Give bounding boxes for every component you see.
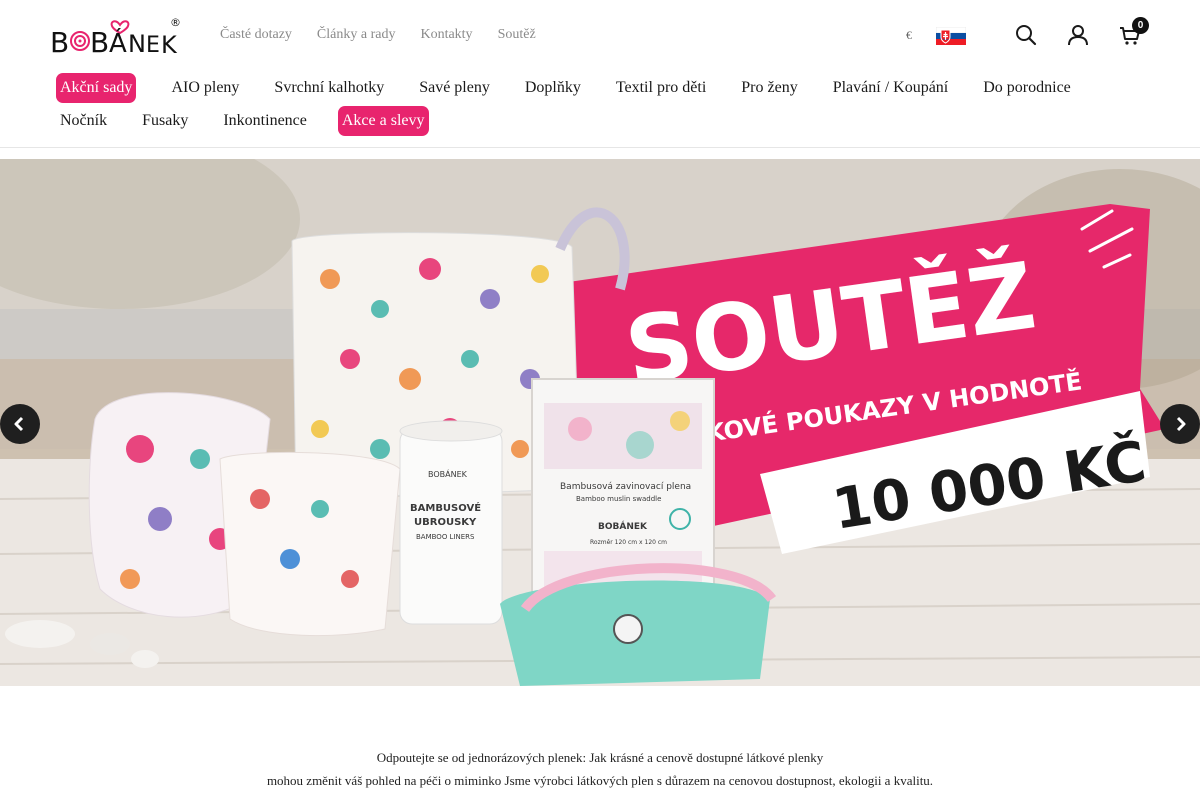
hero-slider[interactable]: SOUTĚŽ O DÁRKOVÉ POUKAZY V HODNOTĚ 10 00…	[0, 159, 1200, 686]
nav-item-do-porodnice[interactable]: Do porodnice	[979, 73, 1075, 103]
chevron-right-icon	[1176, 416, 1186, 432]
nav-item-save-pleny[interactable]: Savé pleny	[415, 73, 494, 103]
main-nav-row-2: Nočník Fusaky Inkontinence Akce a slevy	[56, 106, 429, 136]
nav-item-pro-zeny[interactable]: Pro ženy	[737, 73, 801, 103]
registered-mark: ®	[170, 16, 181, 29]
nav-item-inkontinence[interactable]: Inkontinence	[219, 106, 311, 136]
main-nav-row-1: Akční sady AIO pleny Svrchní kalhotky Sa…	[56, 73, 1075, 103]
intro-line-2: mohou změnit váš pohled na péči o mimink…	[266, 773, 934, 788]
top-link-faq[interactable]: Časté dotazy	[220, 27, 292, 43]
nav-item-aio-pleny[interactable]: AIO pleny	[167, 73, 243, 103]
box-title: Bambusová zavinovací plena	[560, 482, 691, 492]
roll-subtitle: BAMBOO LINERS	[416, 533, 475, 541]
chevron-left-icon	[14, 416, 24, 432]
cart-count-badge: 0	[1132, 17, 1149, 34]
logo-letter-a: Á	[109, 27, 127, 57]
site-header: B B Á N E K ® Časté dotazy Články a rady…	[0, 0, 1200, 148]
carousel-next-button[interactable]	[1160, 404, 1200, 444]
intro-line-1: Odpoutejte se od jednorázových plenek: J…	[376, 750, 824, 765]
carousel-prev-button[interactable]	[0, 404, 40, 444]
search-icon	[1016, 25, 1037, 46]
top-link-articles[interactable]: Články a rady	[317, 27, 396, 43]
currency-switch[interactable]: €	[906, 28, 912, 43]
box-subtitle: Bamboo muslin swaddle	[576, 495, 661, 503]
logo-letter-b2: B	[90, 26, 109, 57]
nav-item-doplnky[interactable]: Doplňky	[521, 73, 585, 103]
nav-item-svrchni-kalhotky[interactable]: Svrchní kalhotky	[270, 73, 388, 103]
nav-item-nocnik[interactable]: Nočník	[56, 106, 111, 136]
top-link-contest[interactable]: Soutěž	[498, 27, 536, 43]
roll-title-2: UBROUSKY	[414, 517, 477, 528]
nav-item-akcni-sady[interactable]: Akční sady	[56, 73, 137, 103]
account-button[interactable]	[1065, 22, 1091, 48]
top-link-contacts[interactable]: Kontakty	[420, 27, 472, 43]
top-links: Časté dotazy Články a rady Kontakty Sout…	[220, 27, 561, 43]
logo-letter-e: E	[146, 33, 160, 57]
search-button[interactable]	[1013, 22, 1039, 48]
slovakia-flag-icon[interactable]	[936, 27, 966, 45]
logo-letter-n: N	[128, 30, 146, 57]
bobanek-logo[interactable]: B B Á N E K ®	[50, 15, 182, 57]
box-brand: BOBÁNEK	[598, 520, 648, 532]
nav-item-fusaky[interactable]: Fusaky	[138, 106, 192, 136]
hero-banner-image: SOUTĚŽ O DÁRKOVÉ POUKAZY V HODNOTĚ 10 00…	[0, 159, 1200, 686]
logo-letter-b1: B	[50, 26, 69, 57]
roll-title-1: BAMBUSOVÉ	[410, 501, 481, 514]
roll-brand: BOBÁNEK	[428, 468, 468, 479]
nav-item-textil-pro-deti[interactable]: Textil pro děti	[612, 73, 710, 103]
logo-letter-k: K	[161, 31, 178, 57]
user-icon	[1068, 25, 1088, 46]
nav-item-akce-a-slevy[interactable]: Akce a slevy	[337, 106, 429, 136]
intro-text: Odpoutejte se od jednorázových plenek: J…	[0, 746, 1200, 792]
box-size: Rozměr 120 cm x 120 cm	[590, 539, 667, 546]
nav-item-plavani-koupani[interactable]: Plavání / Koupání	[829, 73, 953, 103]
